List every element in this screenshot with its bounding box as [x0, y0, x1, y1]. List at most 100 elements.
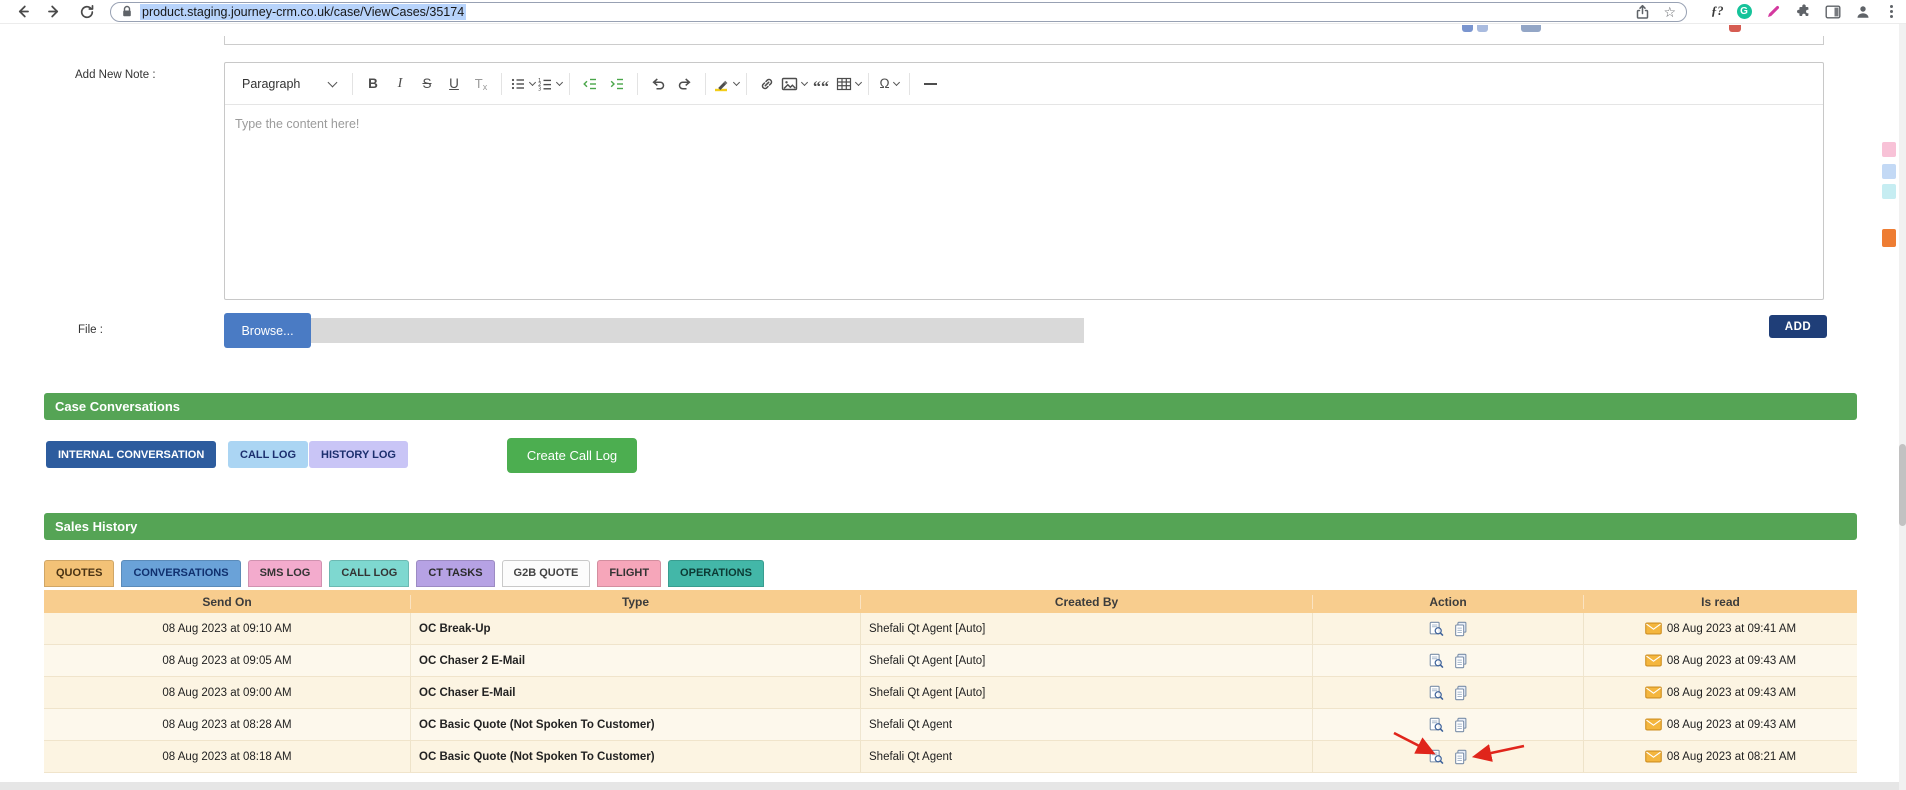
header-action: Action [1313, 594, 1584, 609]
italic-icon[interactable]: I [387, 70, 413, 98]
sales-history-title: Sales History [55, 519, 138, 534]
edge-widget-blue[interactable] [1882, 164, 1896, 179]
history-log-button[interactable]: HISTORY LOG [309, 441, 408, 468]
tab-conversations[interactable]: CONVERSATIONS [121, 560, 241, 587]
redo-icon[interactable] [672, 70, 698, 98]
add-new-note-label: Add New Note : [75, 69, 156, 81]
created-by-cell: Shefali Qt Agent [861, 741, 1313, 772]
preview-icon[interactable] [1428, 717, 1444, 733]
url-text[interactable]: product.staging.journey-crm.co.uk/case/V… [140, 3, 467, 20]
tab-operations[interactable]: OPERATIONS [668, 560, 764, 587]
scrollbar-track[interactable] [1899, 24, 1906, 790]
blockquote-icon[interactable]: ““ [808, 70, 834, 98]
file-label: File : [78, 324, 103, 336]
fonts-extension-icon[interactable]: ƒ? [1711, 4, 1724, 19]
rich-text-editor[interactable]: Paragraph B I S U Tx 123 ““ Ω Type the c… [224, 62, 1824, 300]
preview-icon[interactable] [1428, 621, 1444, 637]
cutoff-icon[interactable] [1462, 25, 1473, 32]
image-icon[interactable] [781, 70, 809, 98]
table-row: 08 Aug 2023 at 09:10 AM OC Break-Up Shef… [44, 613, 1857, 645]
cutoff-icon[interactable] [1729, 25, 1741, 32]
bookmark-star-icon[interactable]: ☆ [1663, 5, 1676, 19]
tab-ct-tasks[interactable]: CT TASKS [416, 560, 495, 587]
preview-icon[interactable] [1428, 685, 1444, 701]
refresh-icon[interactable] [78, 3, 95, 20]
create-call-log-button[interactable]: Create Call Log [507, 438, 637, 473]
pen-extension-icon[interactable] [1765, 3, 1782, 20]
browser-toolbar: product.staging.journey-crm.co.uk/case/V… [0, 0, 1906, 24]
is-read-cell: 08 Aug 2023 at 08:21 AM [1584, 741, 1857, 772]
paragraph-dropdown[interactable]: Paragraph [233, 69, 345, 99]
lock-icon [121, 3, 133, 20]
copy-icon[interactable] [1453, 717, 1469, 733]
type-cell: OC Basic Quote (Not Spoken To Customer) [411, 741, 861, 772]
add-button[interactable]: ADD [1769, 315, 1827, 338]
svg-text:3: 3 [538, 86, 541, 92]
cutoff-icon[interactable] [1521, 25, 1541, 32]
profile-icon[interactable] [1855, 3, 1872, 20]
share-icon[interactable] [1634, 3, 1651, 20]
edge-widget-pink[interactable] [1882, 142, 1896, 157]
menu-dots-icon[interactable] [1889, 10, 1893, 13]
read-envelope-icon [1645, 686, 1662, 699]
cutoff-icon[interactable] [1477, 25, 1488, 32]
tab-call-log[interactable]: CALL LOG [329, 560, 410, 587]
case-conversations-header: Case Conversations [44, 393, 1857, 420]
bottom-edge-strip [0, 782, 1899, 790]
grammarly-extension-icon[interactable]: G [1736, 4, 1752, 19]
browse-button[interactable]: Browse... [224, 313, 311, 348]
table-icon[interactable] [835, 70, 862, 98]
is-read-cell: 08 Aug 2023 at 09:41 AM [1584, 613, 1857, 644]
table-row: 08 Aug 2023 at 08:18 AM OC Basic Quote (… [44, 741, 1857, 773]
copy-icon[interactable] [1453, 621, 1469, 637]
action-cell [1313, 709, 1584, 740]
outdent-icon[interactable] [577, 70, 603, 98]
preview-icon[interactable] [1428, 749, 1444, 765]
action-cell [1313, 645, 1584, 676]
scrollbar-thumb[interactable] [1899, 444, 1906, 526]
tab-quotes[interactable]: QUOTES [44, 560, 115, 587]
strikethrough-icon[interactable]: S [414, 70, 440, 98]
edge-widget-cyan[interactable] [1882, 184, 1896, 199]
address-bar[interactable]: product.staging.journey-crm.co.uk/case/V… [110, 1, 1687, 22]
header-created-by: Created By [861, 594, 1313, 609]
undo-icon[interactable] [645, 70, 671, 98]
extensions-puzzle-icon[interactable] [1795, 3, 1812, 20]
link-icon[interactable] [754, 70, 780, 98]
forward-icon[interactable] [46, 3, 63, 20]
special-char-icon[interactable]: Ω [876, 70, 902, 98]
is-read-text: 08 Aug 2023 at 09:43 AM [1666, 686, 1797, 699]
numbered-list-icon[interactable]: 123 [536, 70, 563, 98]
is-read-text: 08 Aug 2023 at 09:43 AM [1666, 718, 1797, 731]
call-log-button[interactable]: CALL LOG [228, 441, 309, 468]
bullet-list-icon[interactable] [509, 70, 536, 98]
action-cell [1313, 613, 1584, 644]
header-is-read: Is read [1701, 594, 1740, 609]
copy-icon[interactable] [1453, 653, 1469, 669]
paragraph-dropdown-label: Paragraph [242, 76, 301, 91]
extension-icons: ƒ? G [1711, 3, 1898, 20]
editor-content-area[interactable]: Type the content here! [225, 105, 1823, 300]
edge-widget-orange[interactable] [1882, 229, 1896, 247]
header-send-on: Send On [44, 594, 411, 609]
copy-icon[interactable] [1453, 685, 1469, 701]
action-cell [1313, 741, 1584, 772]
sidebar-icon[interactable] [1825, 3, 1842, 20]
remove-format-icon[interactable]: Tx [468, 70, 494, 98]
hr-icon[interactable] [917, 70, 943, 98]
preview-icon[interactable] [1428, 653, 1444, 669]
send-on-cell: 08 Aug 2023 at 09:05 AM [44, 645, 411, 676]
indent-icon[interactable] [604, 70, 630, 98]
file-input-bar[interactable] [311, 318, 1084, 343]
tab-sms-log[interactable]: SMS LOG [247, 560, 323, 587]
copy-icon[interactable] [1453, 749, 1469, 765]
highlight-icon[interactable] [713, 70, 741, 98]
send-on-cell: 08 Aug 2023 at 08:18 AM [44, 741, 411, 772]
internal-conversation-button[interactable]: INTERNAL CONVERSATION [46, 441, 217, 468]
underline-icon[interactable]: U [441, 70, 467, 98]
tab-g2b-quote[interactable]: G2B QUOTE [501, 560, 591, 587]
back-icon[interactable] [14, 3, 31, 20]
cutoff-panel-edge [224, 36, 1824, 45]
tab-flight[interactable]: FLIGHT [597, 560, 662, 587]
bold-icon[interactable]: B [360, 70, 386, 98]
